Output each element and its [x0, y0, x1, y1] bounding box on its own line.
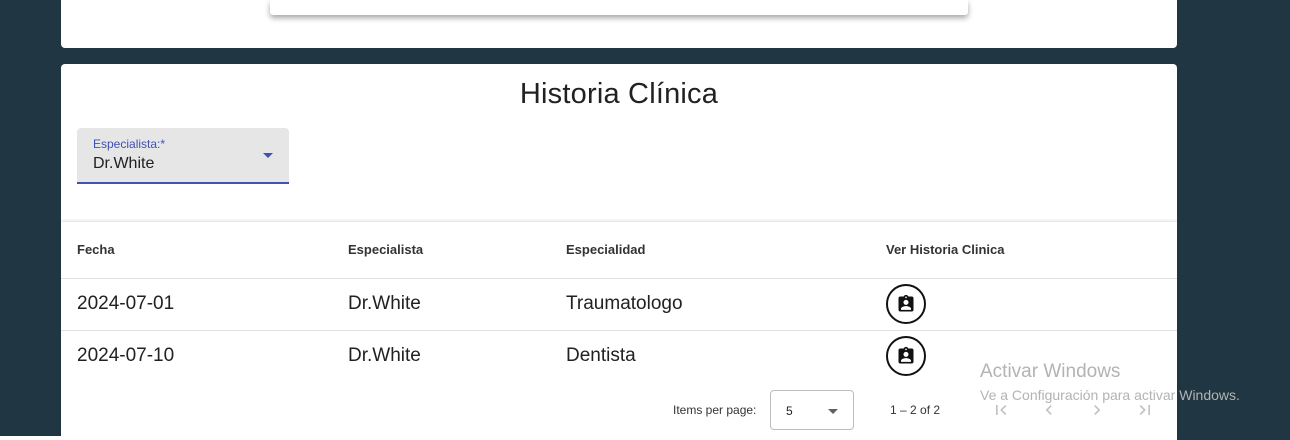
previous-page-icon	[1045, 405, 1052, 415]
watermark-subtitle: Ve a Configuración para activar Windows.	[980, 387, 1240, 403]
cell-especialista: Dr.White	[348, 345, 421, 366]
cell-fecha: 2024-07-10	[77, 345, 175, 366]
bottom-strip	[0, 436, 280, 440]
clipboard-account-icon	[898, 346, 914, 364]
column-header-fecha[interactable]: Fecha	[77, 242, 115, 257]
last-page-icon	[1139, 405, 1150, 415]
page-range-label: 1 – 2 of 2	[890, 403, 941, 417]
ver-historia-button[interactable]	[886, 284, 926, 324]
column-header-especialidad[interactable]: Especialidad	[566, 242, 645, 257]
page-title: Historia Clínica	[519, 78, 719, 110]
cell-especialidad: Dentista	[566, 345, 636, 366]
especialista-select-label: Especialista:*	[93, 137, 166, 151]
items-per-page-label: Items per page:	[673, 403, 757, 417]
cell-fecha: 2024-07-01	[77, 293, 175, 314]
next-page-icon	[1094, 405, 1101, 415]
first-page-icon	[996, 405, 1007, 415]
cell-especialidad: Traumatologo	[566, 293, 683, 314]
especialista-select-value: Dr.White	[93, 155, 155, 172]
watermark-title: Activar Windows	[980, 361, 1121, 382]
especialista-select[interactable]: Especialista:* Dr.White	[77, 128, 289, 184]
dialog-panel	[270, 0, 968, 15]
cell-especialista: Dr.White	[348, 293, 421, 314]
chevron-down-icon	[828, 409, 838, 414]
header-divider	[61, 278, 1177, 279]
column-header-especialista[interactable]: Especialista	[348, 242, 423, 257]
page-size-select[interactable]: 5	[770, 390, 854, 430]
page-size-value: 5	[786, 404, 793, 418]
chevron-down-icon	[263, 153, 273, 158]
ver-historia-button[interactable]	[886, 336, 926, 376]
clipboard-account-icon	[898, 294, 914, 312]
row-divider	[61, 330, 1177, 331]
column-header-ver-historia: Ver Historia Clinica	[886, 242, 1005, 257]
